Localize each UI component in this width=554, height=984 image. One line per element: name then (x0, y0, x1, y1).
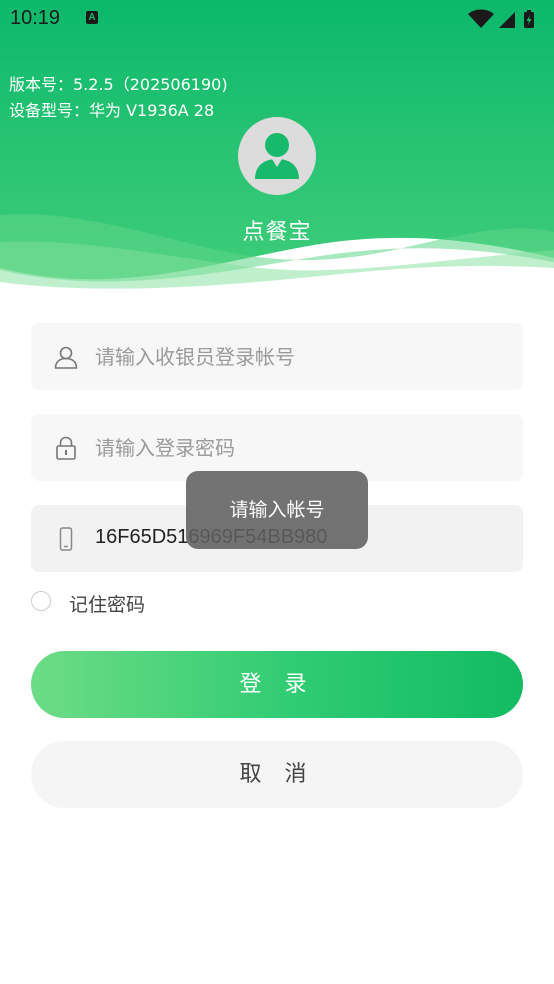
battery-charging-icon (524, 10, 534, 28)
username-field[interactable] (31, 323, 523, 390)
username-input[interactable] (95, 323, 505, 390)
notification-a-icon: A (86, 11, 98, 24)
version-info: 版本号：5.2.5（202506190) (9, 75, 228, 94)
mobile-phone-icon (59, 527, 73, 551)
login-button[interactable]: 登 录 (31, 651, 523, 718)
status-icons (468, 9, 534, 28)
remember-password-radio[interactable] (31, 591, 51, 611)
status-time: 10:19 (10, 7, 61, 29)
lock-icon (56, 436, 76, 460)
signal-icon (499, 12, 515, 28)
avatar (238, 117, 316, 195)
login-screen: 10:19 A 版本号：5.2.5（202506190) 设备型号：华为 V19… (0, 0, 554, 984)
device-model-info: 设备型号：华为 V1936A 28 (9, 101, 215, 120)
cancel-button[interactable]: 取 消 (31, 741, 523, 808)
wifi-icon (468, 9, 494, 28)
user-avatar-icon (255, 133, 299, 179)
app-title: 点餐宝 (242, 220, 312, 245)
remember-password-label: 记住密码 (69, 594, 146, 616)
toast-message: 请输入帐号 (186, 471, 368, 549)
user-icon (54, 346, 78, 369)
status-bar: 10:19 A (0, 0, 554, 40)
